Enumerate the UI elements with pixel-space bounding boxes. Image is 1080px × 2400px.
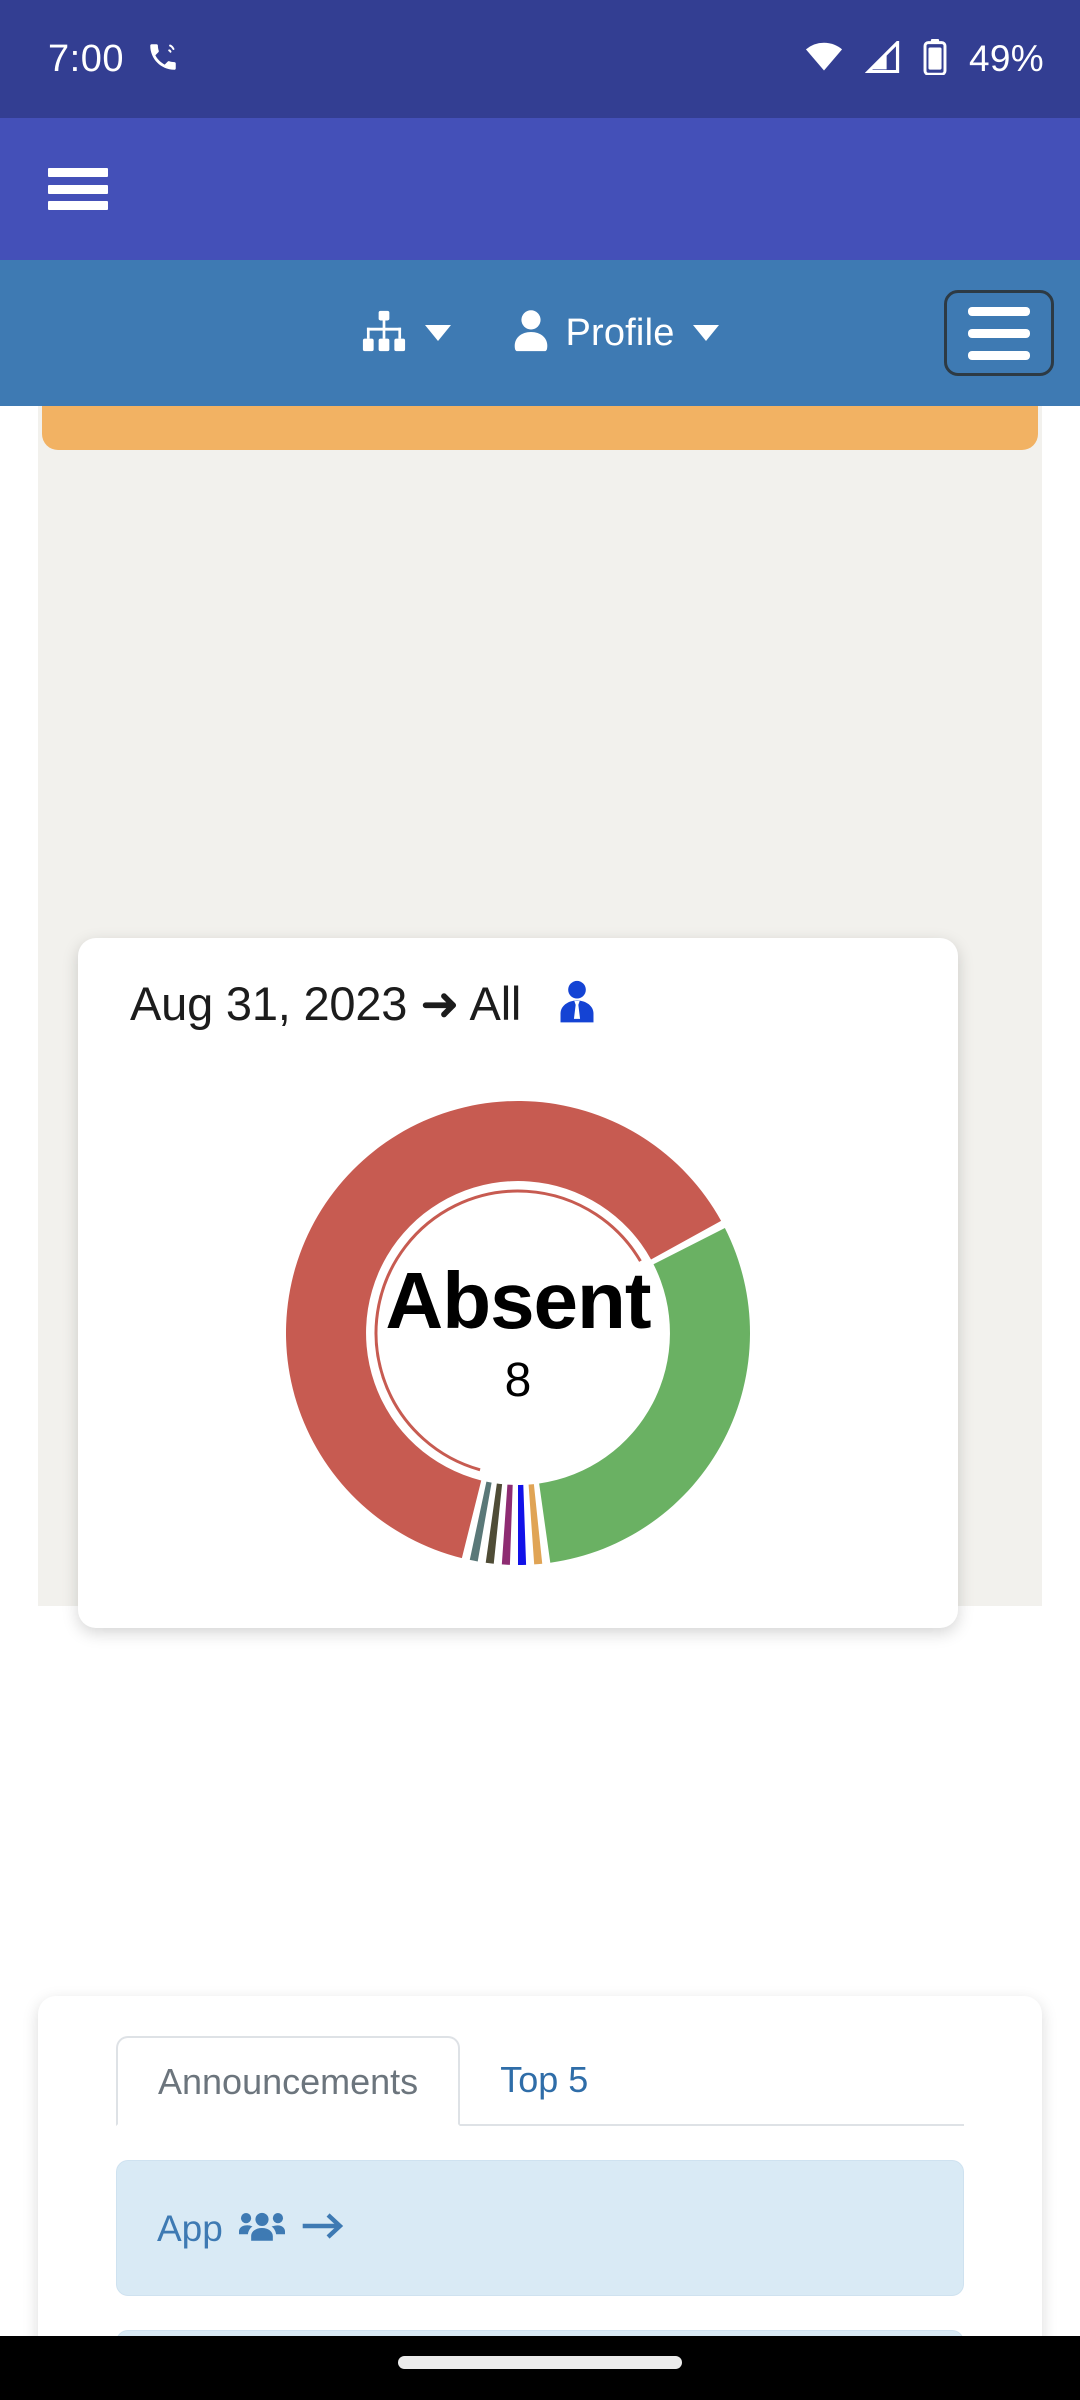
donut-chart-svg bbox=[285, 1101, 750, 1565]
hamburger-menu-icon[interactable] bbox=[48, 168, 108, 210]
profile-label: Profile bbox=[565, 311, 675, 354]
battery-icon bbox=[923, 38, 947, 80]
chart-card-header: Aug 31, 2023 ➜ All bbox=[78, 938, 958, 1032]
status-bar-left: 7:00 bbox=[48, 38, 180, 81]
battery-percentage: 49% bbox=[969, 38, 1044, 79]
chart-title: Aug 31, 2023 ➜ All bbox=[130, 977, 522, 1030]
donut-slices bbox=[285, 1101, 750, 1565]
tab-top-5[interactable]: Top 5 bbox=[460, 2036, 628, 2124]
tabs-row: Announcements Top 5 bbox=[116, 2036, 964, 2126]
phone-in-call-icon bbox=[146, 40, 180, 79]
announcement-label: App bbox=[157, 2207, 223, 2249]
arrow-right-icon bbox=[301, 2209, 345, 2248]
status-bar-right: 49% bbox=[805, 38, 1044, 80]
navigation-bar: Profile bbox=[0, 260, 1080, 406]
donut-slice[interactable] bbox=[501, 1484, 513, 1565]
gesture-home-pill[interactable] bbox=[398, 2356, 682, 2369]
page-content: Aug 31, 2023 ➜ All Absent 8 Announcement… bbox=[0, 406, 1080, 2336]
announcements-card: Announcements Top 5 App bbox=[38, 1996, 1042, 2336]
chevron-down-icon bbox=[692, 325, 719, 341]
cellular-signal-icon bbox=[864, 38, 901, 78]
person-icon bbox=[511, 308, 551, 359]
status-bar: 7:00 49% bbox=[0, 0, 1080, 118]
tab-announcements[interactable]: Announcements bbox=[116, 2036, 461, 2126]
donut-chart[interactable]: Absent 8 bbox=[78, 1068, 958, 1598]
attendance-chart-card: Aug 31, 2023 ➜ All Absent 8 bbox=[78, 938, 958, 1628]
donut-slice[interactable] bbox=[539, 1228, 750, 1563]
navbar-toggler-icon[interactable] bbox=[944, 290, 1054, 376]
wifi-icon bbox=[805, 42, 843, 77]
app-bar bbox=[0, 118, 1080, 260]
donut-slice[interactable] bbox=[518, 1484, 527, 1565]
donut-inner-arc bbox=[374, 1189, 642, 1472]
sitemap-icon bbox=[361, 308, 407, 359]
donut-slice[interactable] bbox=[528, 1484, 543, 1565]
list-item[interactable]: App bbox=[116, 2160, 964, 2296]
chevron-down-icon bbox=[425, 325, 452, 341]
warning-banner bbox=[42, 406, 1038, 450]
status-bar-time: 7:00 bbox=[48, 37, 124, 80]
businessman-icon[interactable] bbox=[555, 979, 599, 1030]
system-gesture-bar bbox=[0, 2336, 1080, 2400]
profile-dropdown[interactable]: Profile bbox=[511, 308, 719, 359]
org-chart-dropdown[interactable] bbox=[361, 308, 452, 359]
users-group-icon bbox=[238, 2209, 285, 2248]
